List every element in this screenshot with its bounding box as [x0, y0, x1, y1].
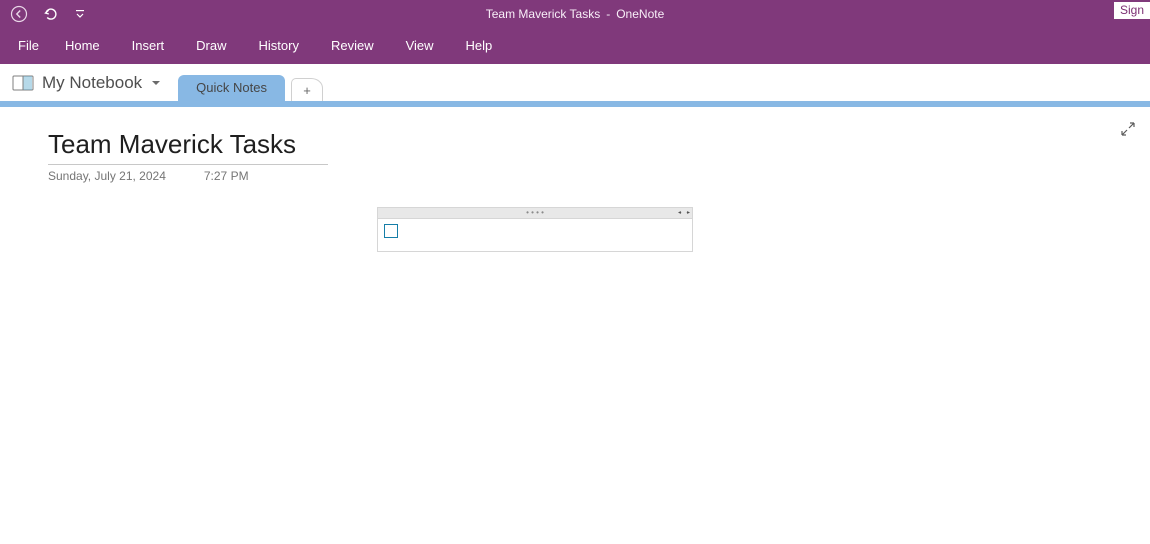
undo-icon[interactable]	[42, 5, 60, 23]
menu-view[interactable]: View	[390, 28, 450, 64]
expand-icon[interactable]	[1120, 121, 1136, 142]
menu-history[interactable]: History	[243, 28, 315, 64]
notebook-selector[interactable]: My Notebook	[12, 64, 174, 101]
add-section-button[interactable]: +	[291, 78, 323, 101]
menu-review[interactable]: Review	[315, 28, 390, 64]
chevron-down-icon	[150, 77, 162, 89]
notebook-strip: My Notebook Quick Notes +	[0, 64, 1150, 101]
menu-help[interactable]: Help	[450, 28, 509, 64]
page-time[interactable]: 7:27 PM	[204, 169, 249, 183]
page-canvas[interactable]: Team Maverick Tasks Sunday, July 21, 202…	[0, 107, 1150, 544]
note-container-grip[interactable]: • • • •	[377, 207, 693, 218]
page-title[interactable]: Team Maverick Tasks	[48, 129, 328, 165]
back-icon[interactable]	[10, 5, 28, 23]
section-tab-label: Quick Notes	[196, 80, 267, 95]
title-bar: Team Maverick Tasks - OneNote Sign	[0, 0, 1150, 28]
note-body[interactable]	[377, 218, 693, 252]
window-title: Team Maverick Tasks - OneNote	[486, 0, 665, 28]
grip-dots-icon: • • • •	[526, 209, 544, 217]
todo-checkbox[interactable]	[384, 224, 398, 238]
page-date[interactable]: Sunday, July 21, 2024	[48, 169, 166, 183]
menu-file[interactable]: File	[14, 28, 49, 64]
sign-in-button[interactable]: Sign	[1114, 2, 1150, 19]
qat-customize-icon[interactable]	[74, 5, 86, 23]
app-name: OneNote	[616, 0, 664, 28]
note-container[interactable]: • • • •	[377, 207, 693, 252]
page-meta: Sunday, July 21, 2024 7:27 PM	[48, 169, 249, 183]
notebook-name: My Notebook	[42, 73, 142, 93]
document-title: Team Maverick Tasks	[486, 0, 600, 28]
menu-draw[interactable]: Draw	[180, 28, 242, 64]
section-tab-quick-notes[interactable]: Quick Notes	[178, 75, 285, 101]
resize-handle-icon[interactable]	[678, 208, 690, 217]
title-separator: -	[606, 0, 610, 28]
menu-insert[interactable]: Insert	[116, 28, 181, 64]
menu-home[interactable]: Home	[49, 28, 116, 64]
ribbon-tabs: File Home Insert Draw History Review Vie…	[0, 28, 1150, 64]
notebook-icon	[12, 74, 34, 92]
quick-access-toolbar	[0, 5, 86, 23]
